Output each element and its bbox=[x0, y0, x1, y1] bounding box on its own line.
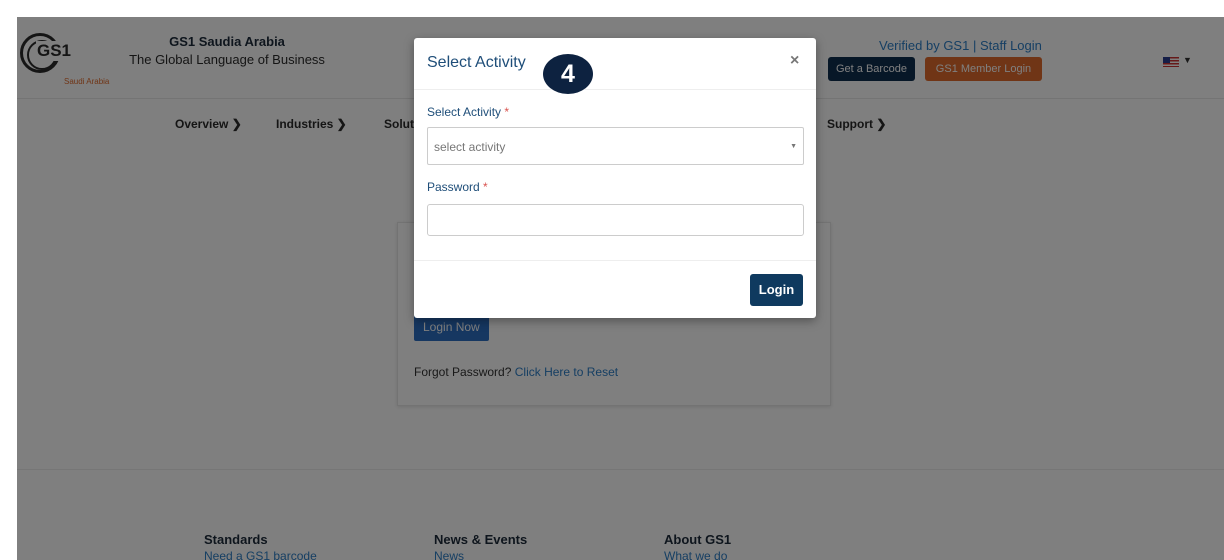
password-label-text: Password bbox=[427, 180, 480, 194]
modal-footer: Login bbox=[414, 260, 816, 318]
password-label: Password * bbox=[427, 180, 488, 194]
login-button[interactable]: Login bbox=[750, 274, 803, 306]
close-icon[interactable]: × bbox=[790, 52, 799, 70]
activity-select-value: select activity bbox=[434, 140, 506, 154]
select-activity-modal: Select Activity × 4 Select Activity * se… bbox=[414, 38, 816, 318]
activity-label-text: Select Activity bbox=[427, 105, 502, 119]
modal-header: Select Activity × bbox=[414, 38, 816, 90]
required-marker: * bbox=[504, 105, 510, 119]
chevron-down-icon: ▼ bbox=[790, 143, 797, 150]
required-marker: * bbox=[483, 180, 488, 194]
step-number-badge: 4 bbox=[543, 54, 593, 94]
activity-label: Select Activity * bbox=[427, 105, 509, 119]
page-frame: GS1 Saudi Arabia GS1 Saudia Arabia The G… bbox=[17, 17, 1224, 560]
password-input[interactable] bbox=[427, 204, 804, 236]
activity-select[interactable]: select activity ▼ bbox=[427, 127, 804, 165]
modal-title: Select Activity bbox=[427, 54, 526, 71]
